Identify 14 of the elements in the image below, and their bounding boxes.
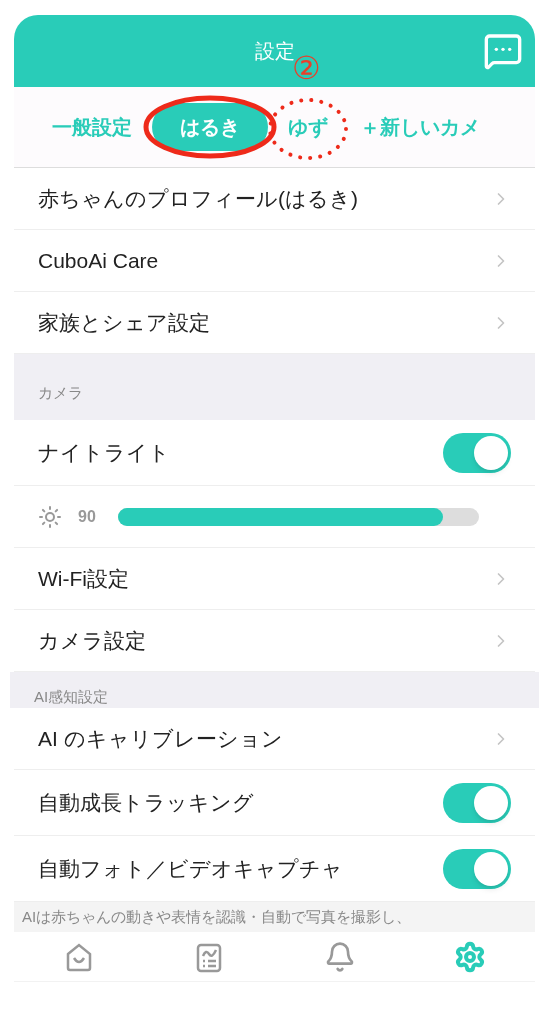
row-label: AI のキャリブレーション xyxy=(38,725,283,752)
row-label: 家族とシェア設定 xyxy=(38,309,210,336)
row-label: Wi-Fi設定 xyxy=(38,565,129,592)
row-label: 自動成長トラッキング xyxy=(38,789,254,816)
row-label: 自動フォト／ビデオキャプチャ xyxy=(38,855,343,882)
slider-reading: 90 xyxy=(78,506,97,527)
page-title: 設定 xyxy=(254,39,295,62)
section-header: AI感知設定 xyxy=(34,686,109,707)
row-label: ナイトライト xyxy=(38,439,170,466)
footnote-text: AIは赤ちゃんの動きや表情を認識・自動で写真を撮影し、 xyxy=(22,906,412,927)
row-label: 赤ちゃんのプロフィール(はるき) xyxy=(38,185,358,212)
section-header: カメラ xyxy=(38,382,83,403)
row-label: カメラ設定 xyxy=(38,627,146,654)
row-label: CuboAi Care xyxy=(38,247,159,274)
